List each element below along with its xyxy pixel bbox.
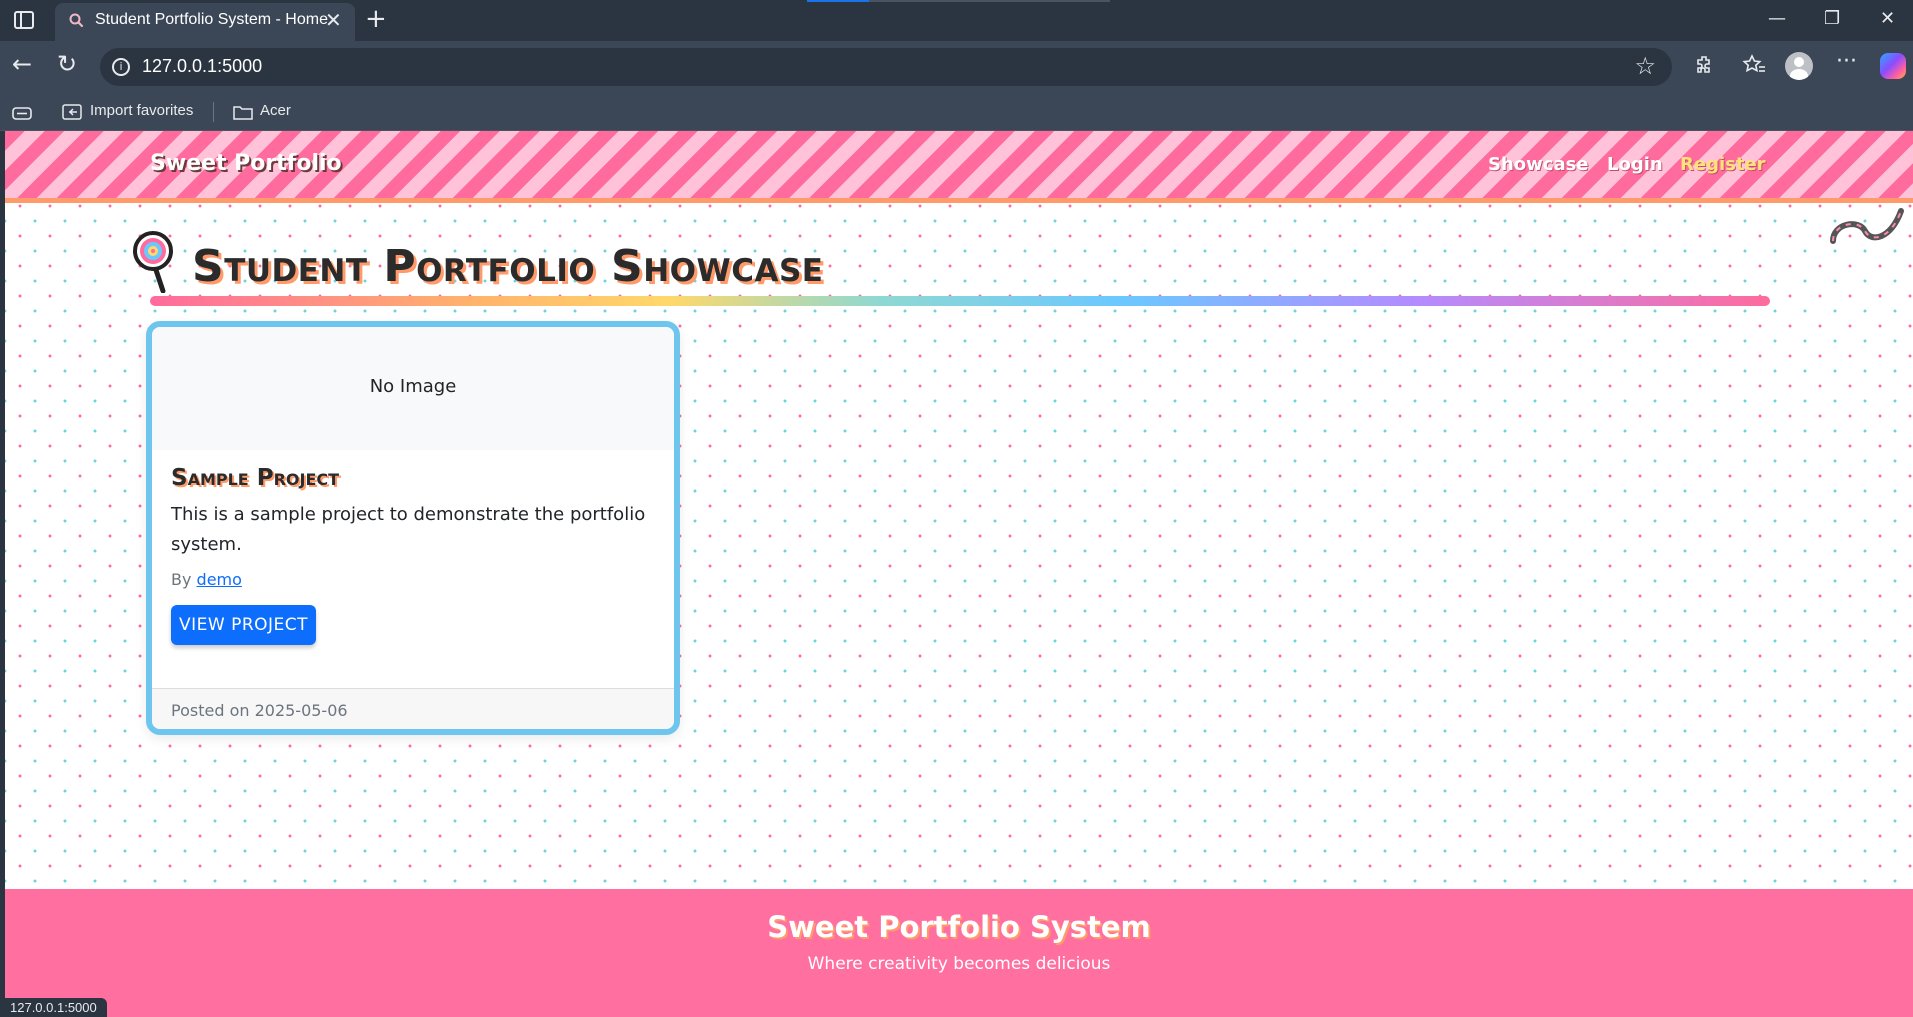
tab-actions-icon[interactable] — [12, 105, 32, 121]
copilot-icon[interactable] — [1880, 53, 1906, 79]
restore-icon[interactable]: ❐ — [1824, 8, 1840, 29]
tab-strip-accent-active — [807, 0, 869, 2]
refresh-icon[interactable]: ↻ — [57, 50, 77, 78]
no-image-text: No Image — [369, 376, 457, 397]
profile-icon[interactable] — [1785, 52, 1813, 80]
by-label: By — [171, 570, 192, 589]
browser-toolbar: ← ↻ i 127.0.0.1:5000 ☆ ··· — [0, 41, 1913, 94]
browser-tab-bar: Student Portfolio System - Home ✕ + — ❐ … — [0, 0, 1913, 41]
author-link[interactable]: demo — [197, 570, 242, 589]
project-card-footer: Posted on 2025-05-06 — [152, 688, 674, 729]
page-viewport: Sweet Portfolio Showcase Login Register … — [5, 131, 1913, 1017]
project-description: This is a sample project to demonstrate … — [171, 504, 646, 555]
favorites-icon[interactable] — [1742, 54, 1766, 76]
project-author-line: By demo — [171, 570, 242, 589]
rainbow-divider — [150, 296, 1770, 306]
site-footer: Sweet Portfolio System Where creativity … — [5, 889, 1913, 1017]
more-icon[interactable]: ··· — [1836, 49, 1857, 74]
close-icon[interactable]: ✕ — [325, 8, 342, 32]
posted-date: Posted on 2025-05-06 — [171, 701, 348, 720]
minimize-icon[interactable]: — — [1768, 8, 1786, 29]
bookmark-acer[interactable]: Acer — [260, 102, 291, 119]
nav-link-showcase[interactable]: Showcase — [1488, 154, 1589, 175]
folder-icon — [233, 106, 253, 120]
status-bar-url: 127.0.0.1:5000 — [0, 998, 107, 1017]
back-icon[interactable]: ← — [12, 50, 32, 78]
nav-link-register[interactable]: Register — [1680, 154, 1766, 175]
bookmark-import-favorites[interactable]: Import favorites — [90, 102, 193, 119]
site-navbar: Sweet Portfolio Showcase Login Register — [5, 131, 1913, 203]
project-image-placeholder: No Image — [152, 327, 674, 450]
footer-tagline: Where creativity becomes delicious — [807, 954, 1111, 974]
bookmark-divider — [213, 102, 214, 122]
info-icon[interactable]: i — [112, 58, 130, 76]
bookmarks-bar: Import favorites Acer — [0, 94, 1913, 131]
sidebar-toggle-icon[interactable] — [14, 11, 34, 29]
browser-tab-active[interactable]: Student Portfolio System - Home ✕ — [55, 3, 355, 41]
tab-title: Student Portfolio System - Home — [95, 11, 328, 28]
page-title: Student Portfolio Showcase — [192, 241, 824, 292]
url-text[interactable]: 127.0.0.1:5000 — [142, 56, 262, 77]
lollipop-icon — [133, 231, 173, 293]
candy-swirl-icon — [1830, 208, 1904, 244]
site-brand[interactable]: Sweet Portfolio — [150, 151, 342, 176]
star-icon[interactable]: ☆ — [1634, 52, 1656, 80]
footer-title: Sweet Portfolio System — [767, 910, 1151, 944]
project-card: No Image Sample Project This is a sample… — [146, 321, 680, 735]
plus-icon[interactable]: + — [365, 4, 387, 34]
close-window-icon[interactable]: ✕ — [1880, 8, 1895, 29]
project-title: Sample Project — [171, 465, 340, 491]
view-project-button[interactable]: VIEW PROJECT — [171, 605, 316, 645]
address-bar[interactable]: i 127.0.0.1:5000 ☆ — [100, 48, 1672, 86]
search-favicon — [69, 13, 84, 28]
extensions-icon[interactable] — [1694, 54, 1716, 76]
import-icon — [62, 104, 82, 120]
nav-link-login[interactable]: Login — [1607, 154, 1663, 175]
